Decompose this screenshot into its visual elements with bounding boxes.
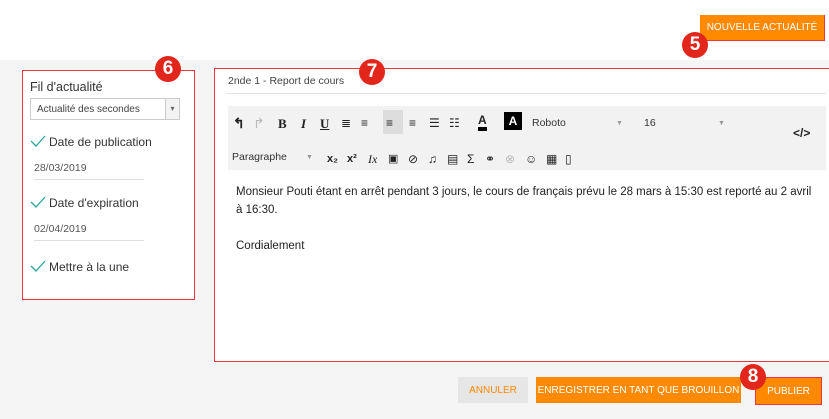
news-title-input[interactable]: 2nde 1 - Report de cours [228,75,344,87]
title-underline [226,93,826,94]
editor-empty-line [236,219,816,237]
publication-date-label: Date de publication [49,135,152,149]
redo-icon[interactable]: ↱ [253,116,265,130]
check-icon [30,196,46,208]
superscript-icon[interactable]: x² [347,152,357,166]
clear-format-icon[interactable]: Ix [368,152,377,166]
headline-label: Mettre à la une [49,260,130,274]
publication-date-field[interactable]: 28/03/2019 [34,162,144,180]
publication-date-toggle[interactable]: Date de publication [30,135,152,149]
editor-paragraph-2: Cordialement [236,240,305,252]
font-family-dropdown[interactable]: Roboto [532,117,566,129]
editor-content[interactable]: Monsieur Pouti étant en arrêt pendant 3 … [236,183,816,255]
align-justify-icon[interactable]: ≣ [341,116,351,130]
subscript-icon[interactable]: x₂ [327,152,338,166]
image-icon[interactable]: ▣ [388,152,398,166]
chevron-down-icon: ▾ [165,99,179,119]
source-code-icon[interactable]: </> [793,126,810,140]
marker-6: 6 [155,56,181,82]
undo-icon[interactable]: ↰ [233,116,245,130]
align-right-icon[interactable]: ≡ [409,116,416,130]
italic-icon[interactable]: I [301,117,306,131]
chevron-down-icon: ▼ [306,154,313,161]
unlink-icon[interactable]: ⊗ [505,152,515,166]
save-draft-button[interactable]: ENREGISTRER EN TANT QUE BROUILLON [536,377,741,403]
check-icon [30,260,46,272]
formula-icon[interactable]: Σ [467,152,474,166]
editor-toolbar: ↰ ↱ B I U ≣ ≡ ≡ ≡ ☰ ☷ A A Roboto ▼ 16 ▼ … [228,106,826,170]
expiration-date-toggle[interactable]: Date d'expiration [30,196,139,210]
text-color-icon[interactable]: A [478,114,487,131]
marker-7: 7 [359,59,385,85]
align-left-icon[interactable]: ≡ [383,110,403,134]
editor-paragraph-1: Monsieur Pouti étant en arrêt pendant 3 … [236,186,812,216]
news-feed-title: Fil d'actualité [30,80,103,94]
check-icon [30,135,46,147]
table-icon[interactable]: ▦ [546,152,557,166]
attachment-icon[interactable]: ⊘ [408,152,418,166]
marker-5: 5 [682,32,708,58]
document-icon[interactable]: ▯ [565,152,572,166]
marker-8: 8 [740,364,766,390]
chevron-down-icon: ▼ [616,120,623,127]
font-size-dropdown[interactable]: 16 [644,117,656,129]
bullet-list-icon[interactable]: ☰ [429,116,440,130]
numbered-list-icon[interactable]: ☷ [449,116,460,130]
expiration-date-field[interactable]: 02/04/2019 [34,223,144,241]
paragraph-format-dropdown[interactable]: Paragraphe [232,151,287,163]
video-icon[interactable]: ▤ [447,152,458,166]
background-color-icon[interactable]: A [504,112,522,130]
align-center-icon[interactable]: ≡ [361,116,368,130]
new-news-button[interactable]: NOUVELLE ACTUALITÉ [700,15,825,41]
underline-icon[interactable]: U [320,117,329,131]
chevron-down-icon: ▼ [718,120,725,127]
cancel-button[interactable]: ANNULER [458,377,528,403]
headline-toggle[interactable]: Mettre à la une [30,260,129,274]
expiration-date-label: Date d'expiration [49,196,139,210]
bold-icon[interactable]: B [278,117,287,131]
news-feed-select[interactable]: Actualité des secondes ▾ [30,98,180,120]
emoji-icon[interactable]: ☺ [525,152,537,166]
link-icon[interactable]: ⚭ [485,152,495,166]
audio-icon[interactable]: ♫ [428,152,437,166]
news-feed-select-value: Actualité des secondes [37,104,140,115]
